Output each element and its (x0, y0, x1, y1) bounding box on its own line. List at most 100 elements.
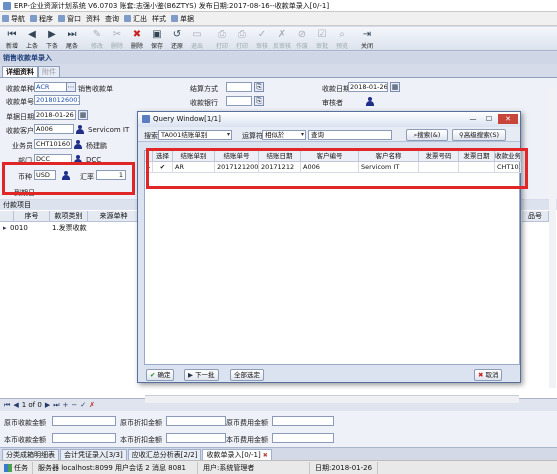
main-scrollbar[interactable] (549, 88, 556, 388)
customer-lookup-icon[interactable] (76, 125, 84, 134)
salesman-lookup-icon[interactable] (74, 140, 82, 149)
menu-doc[interactable]: 单据 (171, 14, 194, 24)
window-title: ERP-企业资源计划系统 V6.0703 账套:志强小鉴(B6ZTYS) 发布日… (14, 1, 330, 10)
delete2-button[interactable]: ✖ 删除 (127, 27, 147, 50)
orig-total-label: 原币收款金额 (4, 419, 46, 427)
nav-add-icon[interactable]: + (63, 401, 69, 409)
preview-button[interactable]: ⌕ 预览 (332, 27, 352, 50)
bank-label: 收款银行 (190, 99, 218, 107)
bank-lookup-icon[interactable]: ⎘ (254, 96, 264, 106)
void-button[interactable]: ⊘ 作废 (292, 27, 312, 50)
menu-query[interactable]: 查询 (105, 14, 119, 24)
salesman-field[interactable]: CHT1016018 (34, 139, 72, 149)
settle-lookup-icon[interactable]: ⎘ (254, 82, 264, 92)
prev-button[interactable]: ◀ 上条 (22, 27, 42, 50)
server-status: 服务器 localhost:8099 用户会话 2 消息 8081 (33, 461, 198, 474)
menu-export[interactable]: 汇出 (124, 14, 147, 24)
nav-prev-icon[interactable]: ◀ (13, 401, 18, 409)
operator-select[interactable]: 相似於 ▾ (262, 130, 306, 140)
confirm-button[interactable]: ✔ 确定 (146, 369, 175, 381)
base-disc-field[interactable] (166, 433, 226, 443)
doc-tab-1[interactable]: 分类成箱明细表 (2, 449, 59, 460)
x-icon: ✖ (132, 28, 142, 40)
print-button[interactable]: ⎙ 打印 (212, 27, 232, 50)
menu-nav[interactable]: 导航 (2, 14, 25, 24)
doc-tab-3[interactable]: 应收汇总分析表[2/2] (127, 449, 202, 460)
modify-icon: ✎ (92, 28, 102, 40)
export-icon (124, 15, 131, 22)
next-batch-button[interactable]: ▶ 下一批 (184, 369, 219, 381)
nav-cancel-icon[interactable]: ✗ (89, 401, 95, 409)
print2-button[interactable]: ⎙ 打印 (232, 27, 252, 50)
orig-disc-field[interactable] (166, 416, 226, 426)
orig-fee-field[interactable] (272, 416, 334, 426)
cancel-button[interactable]: ✖ 取消 (474, 369, 503, 381)
receipt-type-name: 销售收款单 (78, 85, 113, 93)
doc-tab-4[interactable]: 收款单录入[0/-1] ✖ (202, 449, 272, 461)
delete-button[interactable]: ✂ 删除 (107, 27, 127, 50)
module-title: 销售收款单录入 (0, 52, 557, 64)
detail-row-no[interactable]: 0010 (10, 223, 28, 233)
row-pointer-icon: ▸ (3, 224, 7, 232)
nav-last-icon[interactable]: ⏭ (53, 401, 59, 410)
approve-button[interactable]: ☑ 审批 (312, 27, 332, 50)
tab-close-icon[interactable]: ✖ (263, 450, 268, 461)
menu-style[interactable]: 样式 (152, 14, 166, 24)
field-select[interactable]: TA001结账单别 ▾ (158, 130, 232, 140)
save-button[interactable]: ▣ 保存 (147, 27, 167, 50)
maximize-icon[interactable]: ☐ (482, 114, 496, 124)
customer-code-field[interactable]: A006 (34, 124, 74, 134)
tab-attach[interactable]: 附件 (38, 66, 60, 77)
nav-next-icon[interactable]: ▶ (45, 401, 50, 409)
last-button[interactable]: ⏭ 尾条 (62, 27, 82, 50)
menu-window[interactable]: 窗口 (58, 14, 81, 24)
audit-button[interactable]: ✓ 审核 (252, 27, 272, 50)
receipt-type-field[interactable]: ACR (34, 82, 70, 92)
restore-button[interactable]: ↺ 还原 (167, 27, 187, 50)
detail-row-type[interactable]: 1.发票收款 (52, 223, 87, 233)
orig-fee-label: 原币费用金额 (226, 419, 268, 427)
grid-hscrollbar[interactable] (145, 395, 519, 403)
menu-program[interactable]: 程序 (30, 14, 53, 24)
settle-field[interactable] (226, 82, 252, 92)
nav-check-icon[interactable]: ✓ (80, 401, 86, 409)
delete-icon: ✂ (112, 28, 122, 40)
window-close-icon[interactable]: ✕ (498, 114, 518, 124)
next-button[interactable]: ▶ 下条 (42, 27, 62, 50)
unaudit-button[interactable]: ✗ 反审核 (272, 27, 292, 50)
salesman-label: 业务员 (12, 142, 33, 150)
tab-details[interactable]: 详细资料 (2, 66, 38, 77)
nav-first-icon[interactable]: ⏮ (4, 401, 10, 410)
advanced-search-button[interactable]: ⚲高级搜索(S) (452, 129, 506, 141)
query-titlebar: Query Window[1/1] — ☐ ✕ (138, 112, 520, 126)
doc-date-field[interactable]: 2018-01-26 (34, 110, 76, 120)
exit-button[interactable]: ▭ 退出 (187, 27, 207, 50)
query-input[interactable]: 查询 (308, 130, 392, 140)
status-bar: 任务 服务器 localhost:8099 用户会话 2 消息 8081 用户:… (0, 460, 557, 474)
rdate-calendar-icon[interactable]: ▦ (390, 82, 400, 92)
base-total-label: 本币收款金额 (4, 436, 46, 444)
search-button[interactable]: ⌕搜索(&) (406, 129, 448, 141)
nav-remove-icon[interactable]: − (71, 401, 77, 409)
rdate-field[interactable]: 2018-01-26 (348, 82, 388, 92)
search-label: 搜索 (144, 132, 158, 140)
menu-data[interactable]: 资料 (86, 14, 100, 24)
check-icon: ✔ (150, 371, 156, 379)
minimize-icon[interactable]: — (466, 114, 480, 124)
receipt-no-field[interactable]: 20180126001 (34, 95, 80, 105)
select-all-button[interactable]: 全部选定 (230, 369, 264, 381)
orig-total-field[interactable] (52, 416, 116, 426)
void-icon: ⊘ (297, 28, 307, 40)
undo-icon: ↺ (172, 28, 182, 40)
calendar-icon[interactable]: ▦ (78, 110, 88, 120)
bank-field[interactable] (226, 96, 252, 106)
close-button[interactable]: ⇥ 关闭 (357, 27, 377, 50)
modify-button[interactable]: ✎ 修改 (87, 27, 107, 50)
first-button[interactable]: ⏮ 新增 (2, 27, 22, 50)
doc-tab-2[interactable]: 会计凭证录入[3/3] (60, 449, 127, 460)
task-button[interactable]: 任务 (0, 461, 33, 474)
lookup-icon[interactable]: ⋯ (66, 82, 76, 92)
base-fee-field[interactable] (272, 433, 334, 443)
settle-label: 结算方式 (190, 85, 218, 93)
base-total-field[interactable] (52, 433, 116, 443)
